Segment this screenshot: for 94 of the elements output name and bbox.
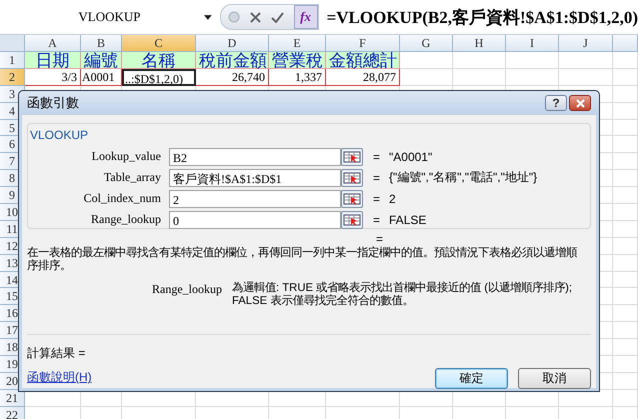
table-cell: 26,740: [196, 68, 269, 86]
function-button[interactable]: fx: [294, 5, 318, 29]
column-header[interactable]: C: [122, 35, 196, 52]
table-cell: [613, 356, 638, 373]
range-picker-button[interactable]: [341, 210, 363, 228]
result-label: 計算結果 =: [27, 345, 86, 362]
name-box[interactable]: VLOOKUP: [0, 4, 199, 30]
table-cell: [613, 305, 638, 322]
table-cell: [559, 52, 613, 69]
table-cell: [613, 390, 638, 407]
table-cell: [613, 187, 638, 204]
table-cell: [613, 153, 638, 170]
table-cell: [506, 52, 559, 69]
ok-button[interactable]: 確定: [435, 368, 508, 389]
table-cell: 稅前金額: [196, 52, 269, 69]
equals-sign: =: [373, 150, 380, 164]
column-header[interactable]: J: [559, 35, 613, 52]
table-cell: [613, 220, 638, 238]
table-cell: [400, 52, 453, 69]
equals-sign: =: [373, 170, 380, 184]
table-cell: [613, 204, 638, 221]
table-cell: [400, 68, 453, 86]
close-icon: [576, 98, 584, 108]
table-cell: 日期: [25, 52, 81, 69]
equals-sign: =: [373, 192, 380, 206]
help-link[interactable]: 函數說明(H): [27, 369, 92, 388]
help-argument-name: Range_lookup: [151, 282, 222, 298]
range-picker-button[interactable]: [341, 148, 363, 166]
table-cell: [613, 272, 638, 288]
table-cell: [613, 339, 638, 356]
column-header[interactable]: I: [506, 35, 559, 52]
column-header[interactable]: F: [326, 35, 400, 52]
row-header[interactable]: 2: [0, 68, 25, 86]
table-cell: [453, 68, 506, 86]
table-cell: 名稱: [122, 52, 196, 69]
column-header[interactable]: B: [81, 35, 122, 52]
table-cell: 1,337: [269, 68, 326, 86]
table-cell: 營業稅: [269, 52, 326, 69]
table-cell: [613, 322, 638, 340]
column-header[interactable]: A: [25, 35, 81, 52]
group-label: VLOOKUP: [30, 128, 88, 142]
argument-result: 2: [389, 192, 396, 206]
argument-label: Col_index_num: [82, 191, 161, 206]
argument-result: "A0001": [389, 150, 432, 164]
argument-result: FALSE: [389, 212, 426, 226]
column-header[interactable]: H: [453, 35, 506, 52]
argument-input[interactable]: 0: [169, 210, 341, 228]
table-cell: 編號: [81, 52, 122, 69]
table-cell: A0001: [81, 68, 122, 86]
table-cell: [453, 52, 506, 69]
check-icon[interactable]: [270, 12, 284, 22]
cancel-button[interactable]: 取消: [518, 368, 591, 389]
close-button[interactable]: [569, 95, 591, 111]
circle-icon: [228, 11, 240, 23]
table-cell: [613, 288, 638, 306]
table-cell: [506, 68, 559, 86]
range-picker-button[interactable]: [341, 168, 363, 186]
table-cell: 金額總計: [326, 52, 400, 69]
column-header[interactable]: G: [400, 35, 453, 52]
cancel-icon[interactable]: [250, 12, 261, 22]
table-cell: [613, 52, 638, 69]
table-cell: [559, 68, 613, 86]
table-cell: 3/3: [25, 68, 81, 86]
dialog-title: 函數引數: [27, 94, 80, 112]
table-cell: [613, 372, 638, 390]
table-cell: [613, 136, 638, 154]
dropdown-caret-icon[interactable]: [204, 14, 212, 20]
help-button[interactable]: ?: [545, 95, 567, 111]
argument-input[interactable]: 2: [169, 190, 341, 208]
formula-field[interactable]: =VLOOKUP(B2,客戶資料!$A$1:$D$1,2,0): [326, 6, 638, 28]
argument-label: Range_lookup: [90, 212, 161, 227]
table-cell: [613, 120, 638, 136]
row-header[interactable]: 21: [0, 390, 25, 407]
argument-label: Lookup_value: [90, 149, 161, 164]
row-header[interactable]: 22: [0, 406, 25, 419]
table-cell: [613, 170, 638, 188]
row-header[interactable]: 1: [0, 52, 25, 69]
range-picker-button[interactable]: [341, 190, 363, 208]
column-header[interactable]: D: [196, 35, 269, 52]
argument-input[interactable]: 客戶資料!$A$1:$D$1: [169, 168, 341, 186]
table-cell: 28,077: [326, 68, 400, 86]
argument-label: Table_array: [102, 170, 161, 185]
table-cell: [613, 254, 638, 272]
argument-input[interactable]: B2: [169, 148, 341, 166]
column-header[interactable]: E: [269, 35, 326, 52]
total-result: =: [376, 233, 384, 245]
table-cell: [613, 238, 638, 255]
equals-sign: =: [373, 212, 380, 226]
table-cell: [613, 102, 638, 120]
argument-result: {"編號","名稱","電話","地址"}: [389, 169, 538, 186]
table-cell: ..:$D$1,2,0): [122, 68, 196, 86]
table-cell: [613, 86, 638, 103]
table-cell: [613, 68, 638, 86]
help-argument-text: 為邏輯值: TRUE 或省略表示找出首欄中最接近的值 (以遞增順序排序); FALSE 表示僅尋找完全符合的數值。: [232, 282, 572, 308]
